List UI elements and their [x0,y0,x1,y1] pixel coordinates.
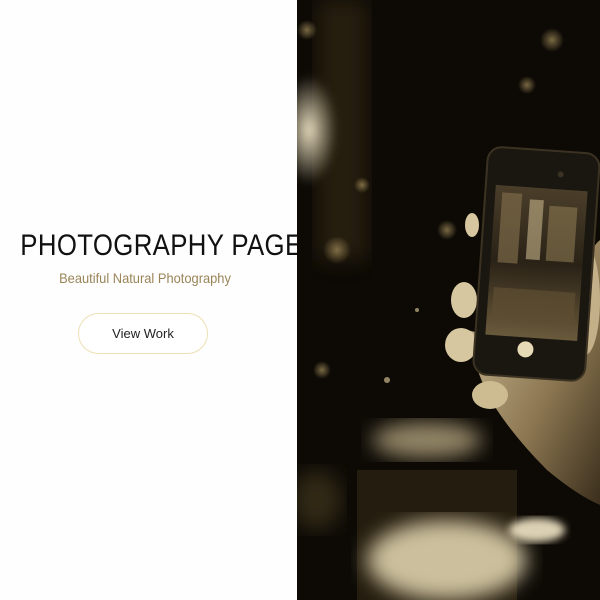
hero-photo [297,0,600,600]
page-subtitle: Beautiful Natural Photography [59,270,231,286]
page-title: PHOTOGRAPHY PAGE [20,229,303,262]
phone-photo-image [297,0,600,600]
view-work-button[interactable]: View Work [78,313,208,354]
hero-panel: PHOTOGRAPHY PAGE Beautiful Natural Photo… [0,0,303,600]
